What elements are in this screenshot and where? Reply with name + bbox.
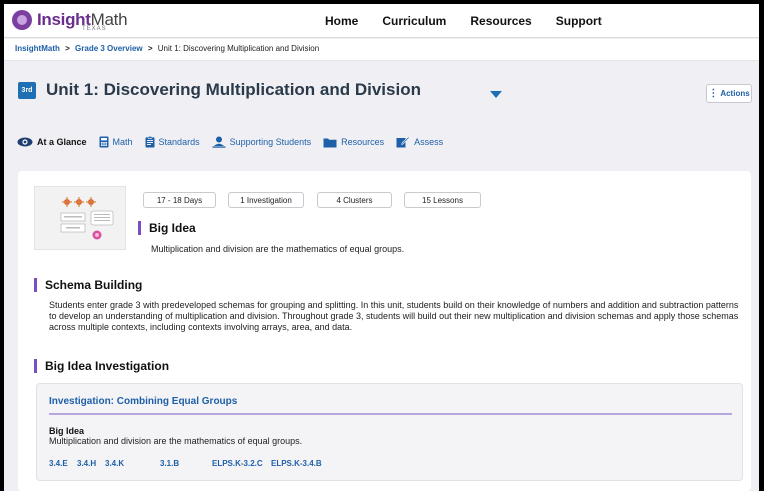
tab-standards[interactable]: Standards [145, 136, 200, 148]
accent-bar [138, 221, 141, 235]
top-nav: InsightMath TEXAS Home Curriculum Resour… [4, 4, 759, 38]
clipboard-icon [145, 136, 155, 148]
standard-link[interactable]: 3.4.K [105, 459, 124, 468]
lesson-count-pill: 15 Lessons [404, 192, 481, 208]
investigation-big-idea-label: Big Idea [49, 426, 85, 436]
unit-thumbnail [34, 186, 126, 250]
tab-label: Standards [158, 137, 200, 147]
breadcrumb-grade[interactable]: Grade 3 Overview [75, 44, 143, 53]
standard-link[interactable]: ELPS.K-3.4.B [271, 459, 322, 468]
at-a-glance-panel: 17 - 18 Days 1 Investigation 4 Clusters … [18, 171, 751, 491]
tab-resources[interactable]: Resources [323, 137, 384, 148]
kebab-icon: ⋮ [708, 87, 719, 99]
nav-home[interactable]: Home [325, 14, 358, 28]
unit-dropdown-caret-icon[interactable] [490, 91, 502, 98]
app-window: InsightMath TEXAS Home Curriculum Resour… [4, 4, 759, 491]
big-idea-investigation-heading: Big Idea Investigation [34, 359, 169, 373]
tab-at-a-glance[interactable]: At a Glance [17, 137, 87, 147]
accent-bar [34, 359, 37, 373]
tab-supporting-students[interactable]: Supporting Students [212, 136, 312, 148]
cluster-count-pill: 4 Clusters [317, 192, 392, 208]
schema-building-text: Students enter grade 3 with predeveloped… [49, 300, 739, 332]
investigation-card: Investigation: Combining Equal Groups Bi… [36, 383, 743, 481]
standard-link[interactable]: ELPS.K-3.2.C [212, 459, 263, 468]
nav-resources[interactable]: Resources [470, 14, 531, 28]
days-pill: 17 - 18 Days [143, 192, 216, 208]
tab-assess[interactable]: Assess [396, 136, 443, 148]
pen-check-icon [396, 136, 410, 148]
schema-title: Schema Building [45, 278, 143, 292]
eye-icon [17, 137, 33, 147]
tab-label: Assess [414, 137, 444, 147]
actions-button[interactable]: ⋮ Actions [706, 84, 752, 103]
breadcrumb-separator: > [65, 44, 70, 53]
nav-curriculum[interactable]: Curriculum [382, 14, 446, 28]
page-title: Unit 1: Discovering Multiplication and D… [46, 80, 421, 99]
nav-support[interactable]: Support [556, 14, 602, 28]
grade-badge: 3rd [18, 81, 36, 99]
folder-icon [323, 137, 337, 148]
divider [49, 413, 732, 415]
breadcrumb-current: Unit 1: Discovering Multiplication and D… [157, 44, 320, 53]
investigation-count-pill: 1 Investigation [228, 192, 304, 208]
logo-flower-icon [12, 10, 32, 30]
schema-building-heading: Schema Building [34, 278, 142, 292]
insightmath-logo[interactable]: InsightMath [12, 10, 128, 30]
breadcrumb-separator: > [147, 44, 153, 53]
tab-label: Math [112, 137, 133, 147]
standard-link[interactable]: 3.4.H [77, 459, 96, 468]
investigation-big-idea-text: Multiplication and division are the math… [49, 436, 303, 446]
unit-header: 3rd Unit 1: Discovering Multiplication a… [18, 80, 421, 100]
tab-label: Resources [341, 137, 385, 147]
investigation-link[interactable]: Investigation: Combining Equal Groups [49, 396, 237, 407]
calculator-icon [99, 136, 109, 148]
person-icon [212, 136, 226, 148]
tab-label: At a Glance [37, 137, 87, 147]
unit-tabs: At a Glance Math Standards Supporting St… [17, 136, 455, 148]
actions-label: Actions [720, 89, 750, 98]
breadcrumb-root[interactable]: InsightMath [15, 44, 60, 53]
tab-math[interactable]: Math [99, 136, 133, 148]
big-idea-heading: Big Idea [138, 221, 196, 235]
accent-bar [34, 278, 37, 292]
tab-label: Supporting Students [229, 137, 312, 147]
breadcrumb: InsightMath > Grade 3 Overview > Unit 1:… [4, 39, 759, 61]
standard-link[interactable]: 3.1.B [160, 459, 179, 468]
big-idea-title: Big Idea [149, 221, 196, 235]
main-nav: Home Curriculum Resources Support [325, 14, 626, 28]
standard-link[interactable]: 3.4.E [49, 459, 68, 468]
logo-subtitle: TEXAS [82, 26, 107, 32]
big-idea-text: Multiplication and division are the math… [151, 244, 405, 254]
investigation-section-title: Big Idea Investigation [45, 359, 170, 373]
